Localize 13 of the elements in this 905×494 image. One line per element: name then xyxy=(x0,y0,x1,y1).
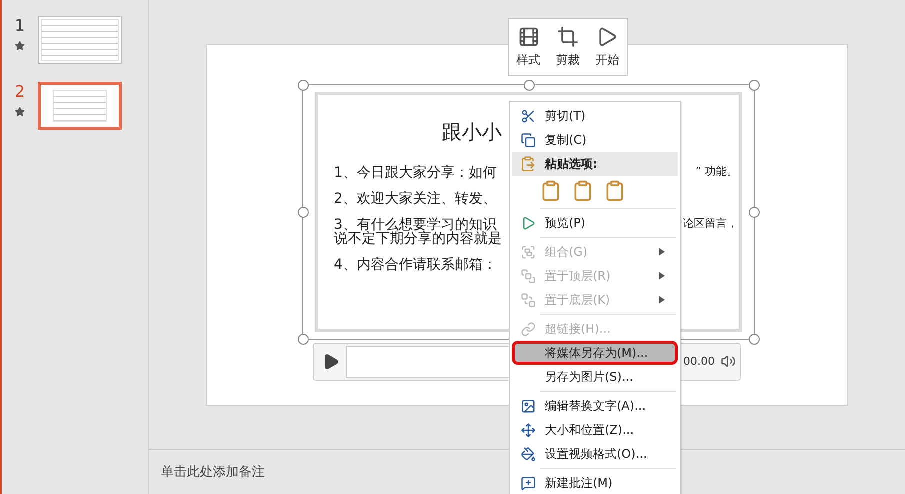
slide-text: 论区留言， xyxy=(683,216,738,232)
slide-text: 2、欢迎大家关注、转发、 xyxy=(334,190,497,208)
notes-placeholder: 单击此处添加备注 xyxy=(161,464,265,481)
slide-text: ” 功能。 xyxy=(696,164,738,180)
slide-text: 说不定下期分享的内容就是 xyxy=(334,230,502,248)
slide-text: 4、内容合作请联系邮箱： xyxy=(334,256,497,274)
slide-number: 2 xyxy=(14,82,26,101)
menu-header: 粘贴选项: xyxy=(545,156,599,172)
time-label: 00.00 xyxy=(684,355,715,368)
slide-text: 1、今日跟大家分享：如何 xyxy=(334,164,497,182)
slide-text: 3、有什么想要学习的知识 xyxy=(334,216,497,232)
slide-number: 1 xyxy=(14,16,26,35)
slide-title: 跟小小 xyxy=(442,118,502,146)
